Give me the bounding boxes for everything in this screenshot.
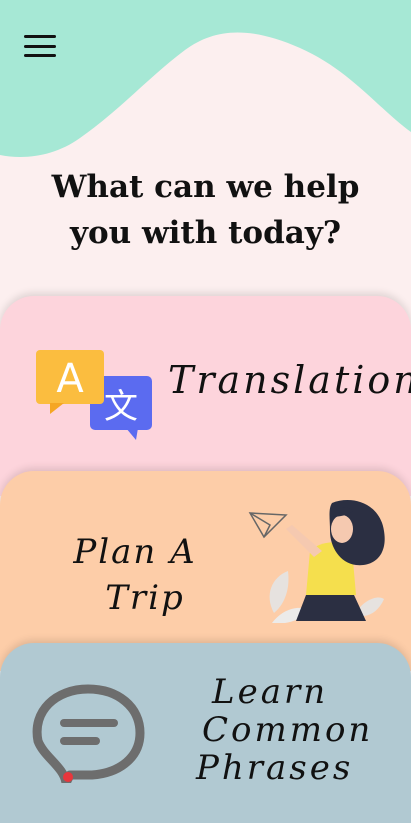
page-title: What can we help you with today? xyxy=(0,164,411,256)
plan-trip-label: Plan A Trip xyxy=(40,529,230,621)
svg-text:A: A xyxy=(56,356,84,402)
learn-phrases-card[interactable]: Learn Common Phrases xyxy=(0,643,411,823)
hamburger-menu-icon-bar xyxy=(24,44,56,48)
learn-phrases-label-line1: Learn xyxy=(212,672,329,712)
translate-icon: 文 A xyxy=(36,350,152,440)
header-wave xyxy=(0,0,411,157)
translation-label: Translation xyxy=(168,358,411,402)
page-title-line: What can we help xyxy=(51,169,360,205)
translation-card[interactable]: 文 A Translation xyxy=(0,296,411,496)
menu-button[interactable] xyxy=(22,33,58,59)
hamburger-menu-icon xyxy=(24,35,56,38)
svg-text:文: 文 xyxy=(104,387,138,427)
plan-trip-label-line1: Plan A xyxy=(73,532,197,572)
app-screen: What can we help you with today? 文 A Tra… xyxy=(0,0,411,823)
plan-trip-card[interactable]: Plan A Trip xyxy=(0,471,411,671)
page-title-line: you with today? xyxy=(69,215,342,251)
learn-phrases-label-line3: Phrases xyxy=(196,748,354,788)
learn-phrases-label-line2: Common xyxy=(202,710,374,750)
chat-bubble-icon xyxy=(32,684,145,783)
learn-phrases-label: Learn Common Phrases xyxy=(196,673,386,787)
hamburger-menu-icon-bar xyxy=(24,54,56,57)
paper-plane-person-icon xyxy=(248,500,385,623)
plan-trip-label-line2: Trip xyxy=(105,578,185,618)
